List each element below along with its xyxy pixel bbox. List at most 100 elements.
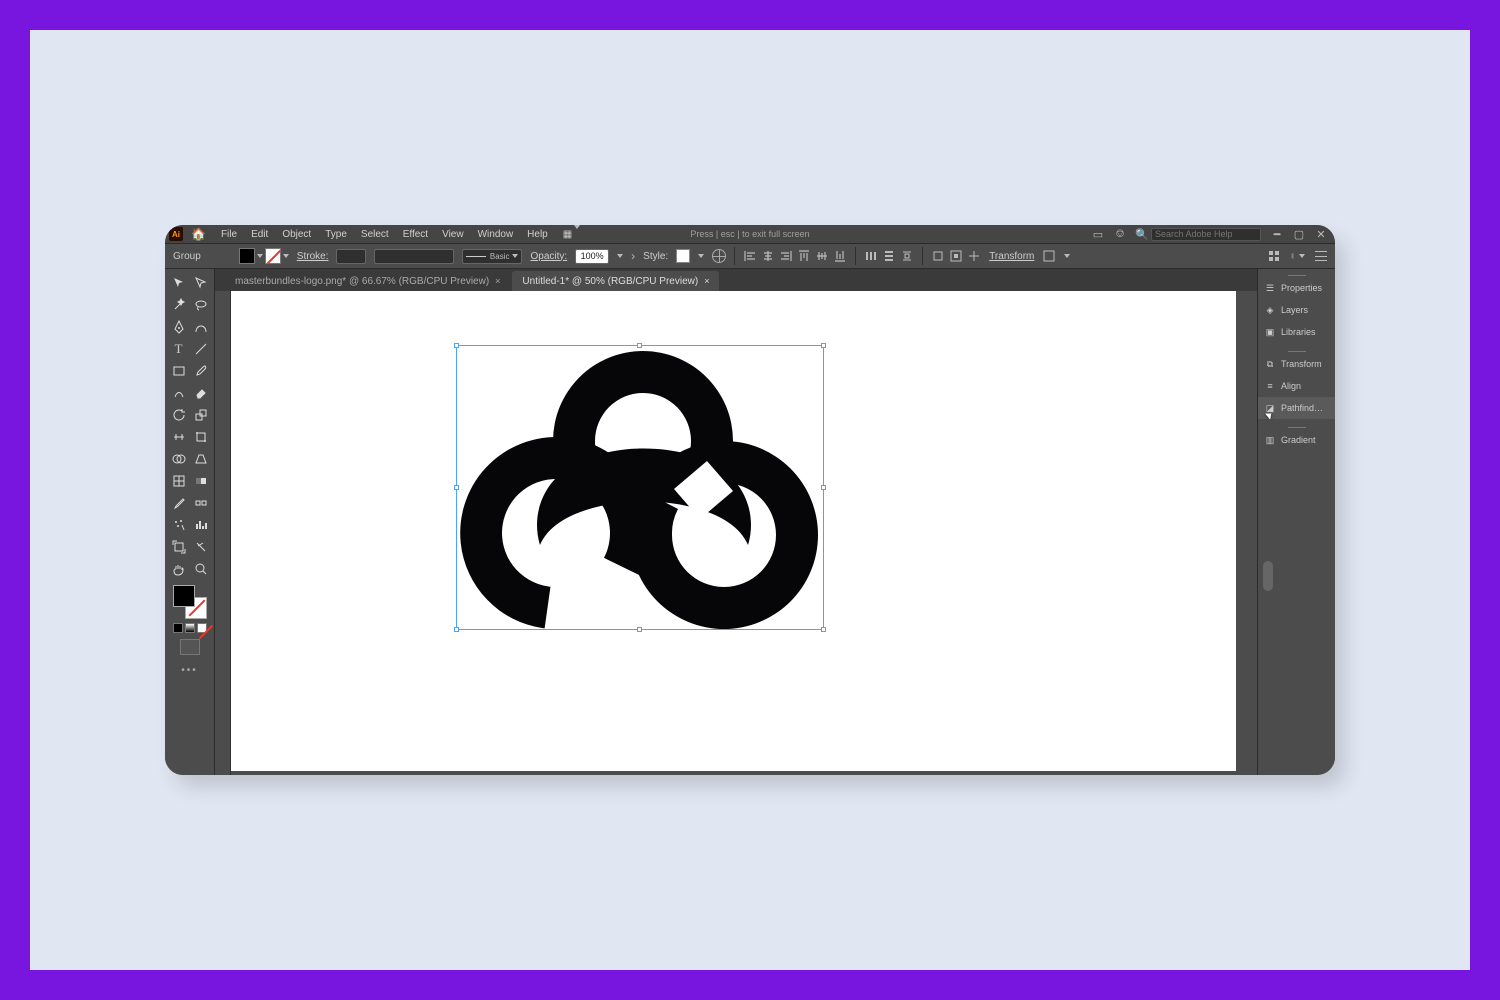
- window-min-icon[interactable]: ━: [1271, 228, 1283, 240]
- resize-handle[interactable]: [821, 343, 826, 348]
- shape-builder-tool-icon[interactable]: [169, 449, 189, 469]
- free-transform-tool-icon[interactable]: [191, 427, 211, 447]
- stroke-profile-dropdown[interactable]: Basic: [462, 249, 522, 264]
- chevron-down-icon[interactable]: [698, 254, 704, 258]
- workspace-switcher-icon[interactable]: ▦: [563, 229, 580, 240]
- edit-toolbar-icon[interactable]: •••: [181, 665, 198, 676]
- color-mode-solid[interactable]: [173, 623, 183, 633]
- window-max-icon[interactable]: ▢: [1293, 228, 1305, 240]
- artboard-tool-icon[interactable]: [169, 537, 189, 557]
- type-tool-icon[interactable]: T: [169, 339, 189, 359]
- resize-handle[interactable]: [637, 343, 642, 348]
- brush-definition[interactable]: [374, 249, 454, 264]
- close-icon[interactable]: ×: [495, 276, 500, 286]
- magic-wand-tool-icon[interactable]: [169, 295, 189, 315]
- paintbrush-tool-icon[interactable]: [191, 361, 211, 381]
- align-to-icon[interactable]: [967, 249, 981, 263]
- search-icon[interactable]: 🔍: [1136, 228, 1148, 240]
- chevron-down-icon[interactable]: [617, 254, 623, 258]
- resize-handle[interactable]: [637, 627, 642, 632]
- vertical-scrollbar[interactable]: [1263, 561, 1273, 591]
- symbol-sprayer-tool-icon[interactable]: [169, 515, 189, 535]
- lasso-tool-icon[interactable]: [191, 295, 211, 315]
- panel-properties[interactable]: ☰Properties: [1258, 277, 1335, 299]
- color-mode-none[interactable]: [197, 623, 207, 633]
- chevron-down-icon[interactable]: [283, 254, 289, 258]
- menu-object[interactable]: Object: [277, 229, 316, 240]
- mesh-tool-icon[interactable]: [169, 471, 189, 491]
- chevron-down-icon[interactable]: [1064, 254, 1070, 258]
- align-hcenter-icon[interactable]: [761, 249, 775, 263]
- eyedropper-tool-icon[interactable]: [169, 493, 189, 513]
- doc-tab-2[interactable]: Untitled-1* @ 50% (RGB/CPU Preview) ×: [512, 271, 719, 291]
- close-icon[interactable]: ×: [704, 276, 709, 286]
- shaper-tool-icon[interactable]: [169, 383, 189, 403]
- zoom-tool-icon[interactable]: [191, 559, 211, 579]
- rectangle-tool-icon[interactable]: [169, 361, 189, 381]
- doc-tab-1[interactable]: masterbundles-logo.png* @ 66.67% (RGB/CP…: [225, 271, 510, 291]
- gpu-icon[interactable]: ⎊: [1114, 228, 1126, 240]
- selection-tool-icon[interactable]: [169, 273, 189, 293]
- align-left-icon[interactable]: [743, 249, 757, 263]
- resize-handle[interactable]: [454, 343, 459, 348]
- transform-link[interactable]: Transform: [989, 251, 1034, 262]
- slice-tool-icon[interactable]: [191, 537, 211, 557]
- help-search-input[interactable]: [1151, 228, 1261, 241]
- window-close-icon[interactable]: ✕: [1315, 228, 1327, 240]
- recolor-icon[interactable]: [712, 249, 726, 263]
- opacity-input[interactable]: 100%: [575, 249, 609, 264]
- resize-handle[interactable]: [821, 627, 826, 632]
- home-icon[interactable]: 🏠: [191, 227, 206, 241]
- eraser-tool-icon[interactable]: [191, 383, 211, 403]
- snap-icon[interactable]: [1291, 249, 1305, 263]
- menu-window[interactable]: Window: [473, 229, 519, 240]
- chevron-down-icon[interactable]: [257, 254, 263, 258]
- menu-view[interactable]: View: [437, 229, 469, 240]
- menu-type[interactable]: Type: [320, 229, 352, 240]
- expand-icon[interactable]: ›: [631, 249, 635, 263]
- distribute-spacing-icon[interactable]: [900, 249, 914, 263]
- gradient-tool-icon[interactable]: [191, 471, 211, 491]
- distribute-v-icon[interactable]: [882, 249, 896, 263]
- stroke-weight-input[interactable]: [336, 249, 366, 264]
- align-top-icon[interactable]: [797, 249, 811, 263]
- align-vcenter-icon[interactable]: [815, 249, 829, 263]
- canvas[interactable]: [231, 291, 1257, 775]
- stroke-swatch[interactable]: [265, 248, 281, 264]
- menu-edit[interactable]: Edit: [246, 229, 273, 240]
- shape-options-icon[interactable]: [1042, 249, 1056, 263]
- arrange-documents-icon[interactable]: ▭: [1092, 228, 1104, 240]
- scale-tool-icon[interactable]: [191, 405, 211, 425]
- resize-handle[interactable]: [454, 485, 459, 490]
- blend-tool-icon[interactable]: [191, 493, 211, 513]
- grid-view-icon[interactable]: [1267, 249, 1281, 263]
- panel-layers[interactable]: ◈Layers: [1258, 299, 1335, 321]
- panel-libraries[interactable]: ▣Libraries: [1258, 321, 1335, 343]
- color-mode-gradient[interactable]: [185, 623, 195, 633]
- menu-help[interactable]: Help: [522, 229, 553, 240]
- resize-handle[interactable]: [821, 485, 826, 490]
- align-bottom-icon[interactable]: [833, 249, 847, 263]
- align-right-icon[interactable]: [779, 249, 793, 263]
- selection-bounding-box[interactable]: [456, 345, 824, 630]
- graphic-style-swatch[interactable]: [676, 249, 690, 263]
- fill-stroke-control[interactable]: [173, 585, 207, 619]
- menu-file[interactable]: File: [216, 229, 242, 240]
- direct-selection-tool-icon[interactable]: [191, 273, 211, 293]
- perspective-tool-icon[interactable]: [191, 449, 211, 469]
- panel-gradient[interactable]: ▥Gradient: [1258, 429, 1335, 451]
- width-tool-icon[interactable]: [169, 427, 189, 447]
- line-tool-icon[interactable]: [191, 339, 211, 359]
- screen-mode-icon[interactable]: [180, 639, 200, 655]
- menu-effect[interactable]: Effect: [398, 229, 433, 240]
- panel-menu-icon[interactable]: [1315, 251, 1327, 261]
- graph-tool-icon[interactable]: [191, 515, 211, 535]
- pen-tool-icon[interactable]: [169, 317, 189, 337]
- fill-swatch[interactable]: [239, 248, 255, 264]
- hand-tool-icon[interactable]: [169, 559, 189, 579]
- edit-contents-icon[interactable]: [949, 249, 963, 263]
- fill-color-icon[interactable]: [173, 585, 195, 607]
- distribute-h-icon[interactable]: [864, 249, 878, 263]
- curvature-tool-icon[interactable]: [191, 317, 211, 337]
- menu-select[interactable]: Select: [356, 229, 394, 240]
